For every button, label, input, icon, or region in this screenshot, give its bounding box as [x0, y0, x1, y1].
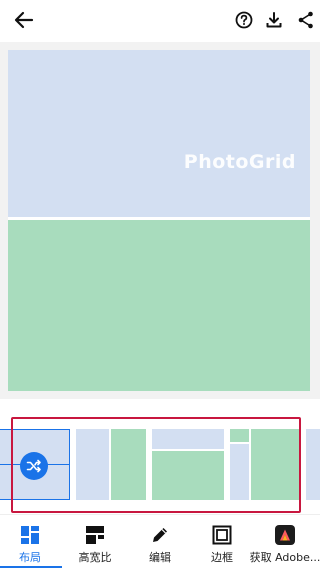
nav-item-get-adobe[interactable]: 获取 Adobe...: [249, 515, 320, 568]
nav-label: 边框: [211, 551, 233, 564]
adobe-express-icon: [275, 525, 295, 545]
back-arrow-icon[interactable]: [13, 9, 35, 31]
share-icon[interactable]: [295, 9, 317, 31]
app-root: PhotoGrid 布局 高宽比 编辑 边框 获取 Adobe...: [0, 0, 320, 568]
collage-cell-bottom[interactable]: [8, 220, 310, 391]
aspect-ratio-icon: [84, 524, 106, 546]
bottom-navigation: 布局 高宽比 编辑 边框 获取 Adobe...: [0, 514, 320, 568]
layout-grid-icon: [19, 524, 41, 546]
layout-template-strip: [0, 414, 320, 514]
nav-item-border[interactable]: 边框: [200, 515, 244, 568]
collage-cell-top[interactable]: [8, 50, 310, 217]
nav-item-layout[interactable]: 布局: [8, 515, 52, 568]
border-icon: [211, 524, 233, 546]
annotation-highlight-box: [11, 417, 301, 513]
nav-label: 高宽比: [78, 551, 112, 564]
nav-label: 布局: [19, 551, 41, 564]
download-icon[interactable]: [263, 9, 285, 31]
nav-item-edit[interactable]: 编辑: [138, 515, 182, 568]
help-icon[interactable]: [233, 9, 255, 31]
nav-label: 获取 Adobe...: [249, 551, 320, 564]
top-toolbar: [0, 0, 320, 40]
thumb-cell: [306, 429, 320, 500]
collage-preview: PhotoGrid: [8, 50, 310, 391]
nav-label: 编辑: [149, 551, 171, 564]
layout-thumb[interactable]: [306, 429, 320, 500]
nav-item-aspect-ratio[interactable]: 高宽比: [70, 515, 120, 568]
adobe-express-icon-wrap: [274, 524, 296, 546]
collage-canvas: PhotoGrid: [0, 42, 320, 399]
pencil-icon: [149, 524, 171, 546]
photogrid-watermark[interactable]: PhotoGrid: [184, 151, 296, 173]
